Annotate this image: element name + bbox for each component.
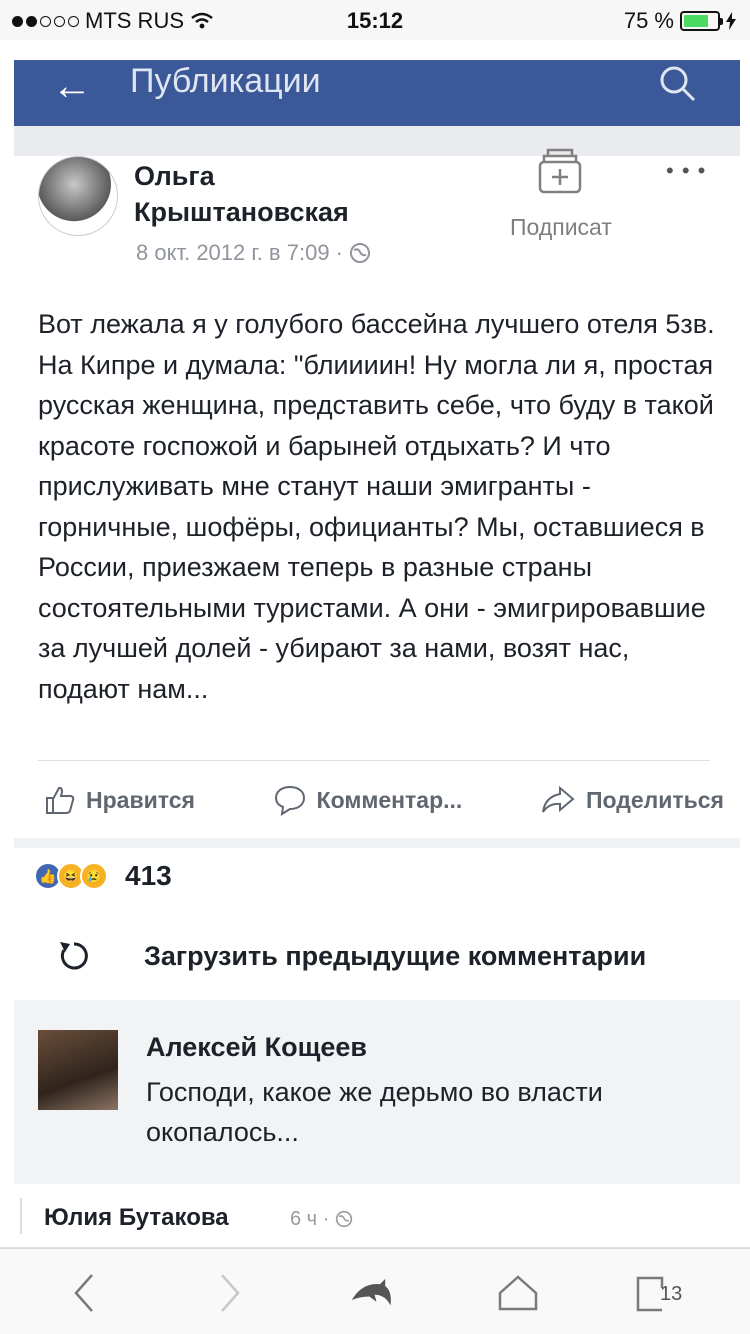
divider: [38, 760, 710, 761]
browser-toolbar: 13: [0, 1248, 750, 1334]
reaction-count: 413: [125, 860, 172, 891]
share-label: Поделиться: [585, 786, 724, 813]
load-previous-comments[interactable]: Загрузить предыдущие комментарии: [54, 936, 646, 976]
status-bar: MTS RUS 15:12 75 %: [0, 0, 750, 40]
subscribe-icon[interactable]: [534, 146, 586, 196]
comment-text: Господи, какое же дерьмо во власти окопа…: [146, 1077, 603, 1147]
sad-reaction-icon: 😢: [80, 862, 108, 890]
battery-percent: 75 %: [623, 8, 674, 33]
comment-bubble-icon: [274, 785, 305, 816]
home-button[interactable]: [496, 1271, 540, 1315]
commenter-avatar[interactable]: [38, 1030, 118, 1110]
reactions-summary[interactable]: 👍 😆 😢 413: [34, 860, 172, 892]
like-button[interactable]: Нравится: [44, 780, 195, 820]
share-arrow-icon: [541, 785, 575, 813]
charging-icon: [726, 12, 736, 30]
refresh-icon: [60, 942, 88, 970]
load-previous-label: Загрузить предыдущие комментарии: [144, 940, 647, 971]
home-icon: [498, 1275, 538, 1311]
post-body: Ольга Крыштановская 8 окт. 2012 г. в 7:0…: [14, 60, 740, 1184]
back-button[interactable]: [62, 1271, 106, 1315]
post-date: 8 окт. 2012 г. в 7:09 ·: [136, 240, 371, 266]
subscribe-button-label[interactable]: Подписат: [510, 214, 612, 241]
share-extension-button[interactable]: [350, 1271, 394, 1315]
globe-icon: [335, 1210, 353, 1228]
next-post-header: Юлия Бутакова 6 ч ·: [0, 1184, 750, 1248]
next-post-meta: 6 ч ·: [290, 1208, 353, 1231]
more-options-icon[interactable]: • • •: [666, 158, 706, 184]
post-head-strip: [14, 126, 740, 156]
share-button[interactable]: Поделиться: [540, 780, 724, 820]
battery-group: 75 %: [624, 8, 736, 34]
post-author[interactable]: Ольга Крыштановская: [134, 158, 434, 230]
thread-line: [20, 1198, 22, 1234]
author-avatar[interactable]: [38, 156, 118, 236]
forward-button[interactable]: [208, 1271, 252, 1315]
dolphin-icon: [351, 1278, 391, 1306]
next-post-time: 6 ч ·: [290, 1208, 330, 1230]
tabs-count: 13: [660, 1283, 683, 1305]
like-label: Нравится: [86, 786, 195, 813]
comment-label: Комментар...: [316, 786, 463, 813]
section-divider: [14, 838, 740, 848]
comment-author[interactable]: Алексей Кощеев: [146, 1032, 367, 1063]
thumbs-up-icon: [46, 786, 75, 814]
comment-button[interactable]: Комментар...: [273, 780, 463, 820]
globe-icon: [350, 243, 371, 263]
post-date-text: 8 окт. 2012 г. в 7:09 ·: [136, 240, 343, 265]
post-actions: Нравится Комментар... Поделиться: [44, 780, 724, 820]
chevron-right-icon: [221, 1274, 240, 1312]
next-post-author[interactable]: Юлия Бутакова: [44, 1204, 229, 1232]
chevron-left-icon: [74, 1274, 93, 1312]
battery-icon: [680, 11, 723, 31]
post-text: Вот лежала я у голубого бассейна лучшего…: [38, 309, 715, 704]
